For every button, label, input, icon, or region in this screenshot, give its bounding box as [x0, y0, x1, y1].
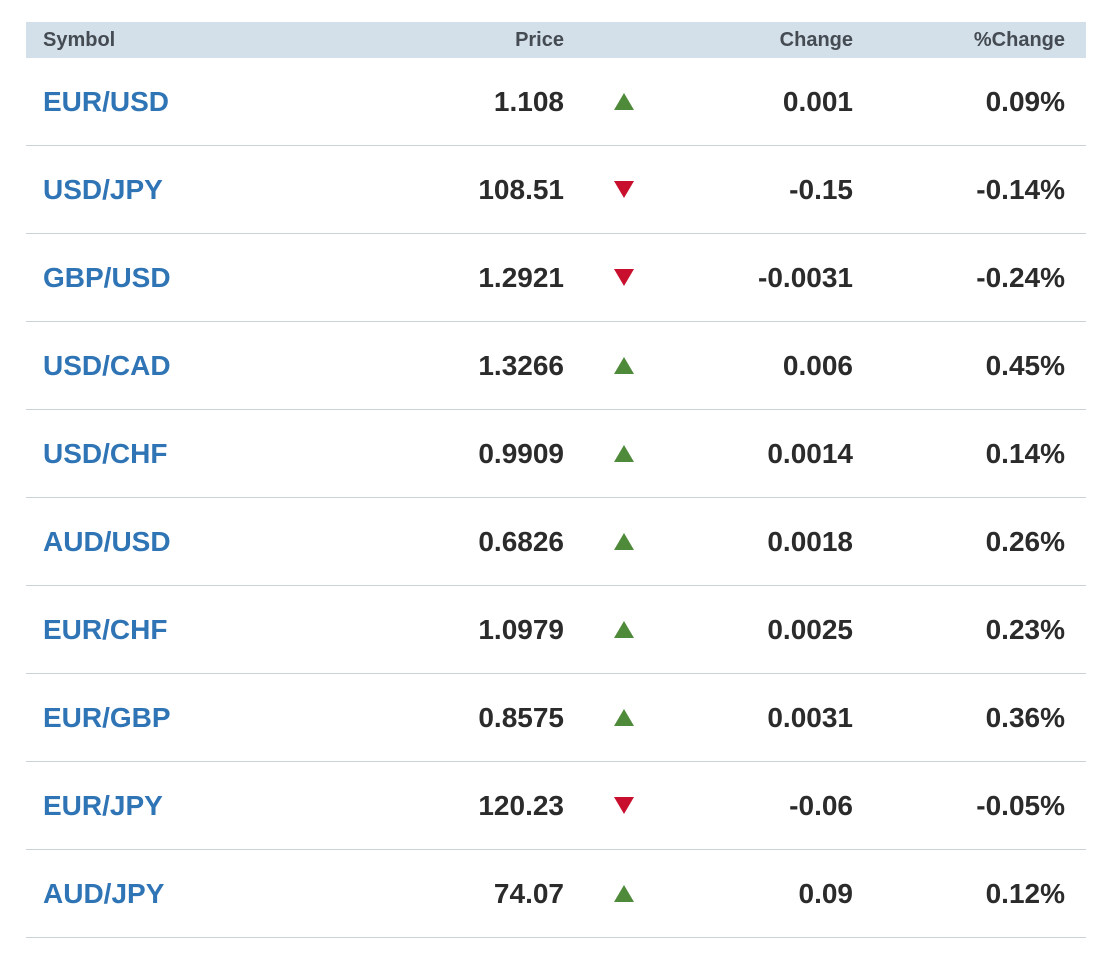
change-value: 0.0025 — [767, 613, 853, 645]
triangle-down-icon — [614, 180, 634, 198]
triangle-up-icon — [614, 884, 634, 902]
currency-quotes-table: Symbol Price Change %Change EUR/USD 1.10… — [26, 22, 1086, 938]
pct-change-value: 0.23% — [985, 613, 1065, 645]
triangle-up-icon — [614, 356, 634, 374]
pct-change-value: -0.24% — [976, 261, 1065, 293]
triangle-down-icon — [614, 796, 634, 814]
pct-change-value: 0.45% — [985, 349, 1065, 381]
price-value: 1.0979 — [478, 613, 564, 645]
header-pct-change[interactable]: %Change — [853, 29, 1065, 52]
triangle-up-icon — [614, 92, 634, 110]
price-value: 120.23 — [478, 789, 564, 821]
header-change[interactable]: Change — [684, 29, 853, 52]
symbol-link[interactable]: USD/CAD — [43, 350, 171, 381]
price-value: 108.51 — [478, 173, 564, 205]
table-row: EUR/USD 1.108 0.001 0.09% — [26, 58, 1086, 146]
price-value: 0.8575 — [478, 701, 564, 733]
change-value: 0.006 — [782, 349, 853, 381]
table-row: AUD/USD 0.6826 0.0018 0.26% — [26, 498, 1086, 586]
symbol-link[interactable]: USD/JPY — [43, 174, 163, 205]
symbol-link[interactable]: AUD/USD — [43, 526, 171, 557]
change-value: -0.06 — [789, 789, 853, 821]
price-value: 0.9909 — [478, 437, 564, 469]
pct-change-value: 0.36% — [985, 701, 1065, 733]
symbol-link[interactable]: EUR/JPY — [43, 790, 163, 821]
triangle-up-icon — [614, 708, 634, 726]
table-row: USD/CHF 0.9909 0.0014 0.14% — [26, 410, 1086, 498]
pct-change-value: 0.14% — [985, 437, 1065, 469]
pct-change-value: -0.05% — [976, 789, 1065, 821]
table-row: AUD/JPY 74.07 0.09 0.12% — [26, 850, 1086, 938]
triangle-down-icon — [614, 268, 634, 286]
table-row: USD/JPY 108.51 -0.15 -0.14% — [26, 146, 1086, 234]
table-row: EUR/CHF 1.0979 0.0025 0.23% — [26, 586, 1086, 674]
change-value: -0.0031 — [758, 261, 853, 293]
price-value: 1.108 — [493, 85, 564, 117]
change-value: 0.0018 — [767, 525, 853, 557]
change-value: 0.09 — [798, 877, 854, 909]
change-value: -0.15 — [789, 173, 853, 205]
pct-change-value: 0.12% — [985, 877, 1065, 909]
symbol-link[interactable]: EUR/GBP — [43, 702, 171, 733]
symbol-link[interactable]: EUR/CHF — [43, 614, 167, 645]
price-value: 74.07 — [493, 877, 564, 909]
header-symbol[interactable]: Symbol — [26, 29, 346, 52]
header-price[interactable]: Price — [346, 29, 564, 52]
symbol-link[interactable]: GBP/USD — [43, 262, 171, 293]
pct-change-value: 0.09% — [985, 85, 1065, 117]
triangle-up-icon — [614, 620, 634, 638]
symbol-link[interactable]: USD/CHF — [43, 438, 167, 469]
price-value: 1.2921 — [478, 261, 564, 293]
symbol-link[interactable]: EUR/USD — [43, 86, 169, 117]
table-row: EUR/GBP 0.8575 0.0031 0.36% — [26, 674, 1086, 762]
table-row: GBP/USD 1.2921 -0.0031 -0.24% — [26, 234, 1086, 322]
change-value: 0.0014 — [767, 437, 853, 469]
change-value: 0.001 — [782, 85, 853, 117]
triangle-up-icon — [614, 444, 634, 462]
change-value: 0.0031 — [767, 701, 853, 733]
triangle-up-icon — [614, 532, 634, 550]
pct-change-value: 0.26% — [985, 525, 1065, 557]
table-row: USD/CAD 1.3266 0.006 0.45% — [26, 322, 1086, 410]
price-value: 1.3266 — [478, 349, 564, 381]
price-value: 0.6826 — [478, 525, 564, 557]
symbol-link[interactable]: AUD/JPY — [43, 878, 164, 909]
table-row: EUR/JPY 120.23 -0.06 -0.05% — [26, 762, 1086, 850]
table-header: Symbol Price Change %Change — [26, 22, 1086, 58]
pct-change-value: -0.14% — [976, 173, 1065, 205]
